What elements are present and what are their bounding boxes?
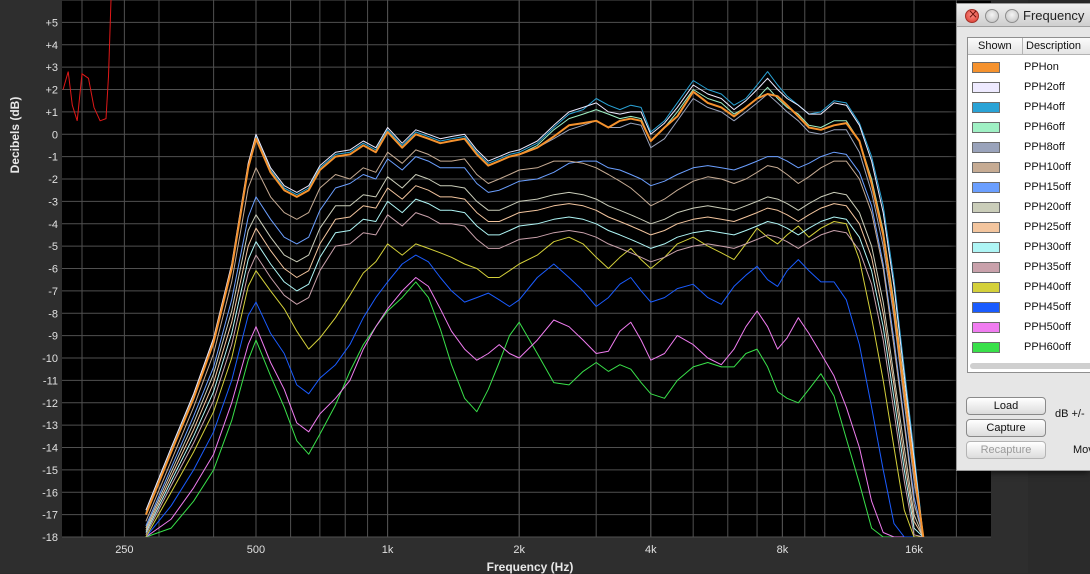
row-description: PPH45off [1024,301,1071,313]
table-row[interactable]: PPH45off [968,298,1090,318]
y-tick-label: -17 [42,510,58,522]
column-divider [1022,38,1023,54]
moving-average-label: Mov [1073,444,1090,456]
table-row[interactable]: PPH4off [968,98,1090,118]
row-description: PPH25off [1024,221,1071,233]
row-description: PPH20off [1024,201,1071,213]
y-tick-label: -16 [42,487,58,499]
row-description: PPH2off [1024,81,1065,93]
color-swatch[interactable] [972,342,1000,353]
y-tick-label: 0 [52,129,58,141]
table-row[interactable]: PPH25off [968,218,1090,238]
load-button[interactable]: Load [966,397,1046,415]
y-tick-label: +3 [45,62,58,74]
y-tick-label: -18 [42,532,58,544]
y-tick-label: -9 [48,331,58,343]
y-tick-label: -4 [48,219,58,231]
row-description: PPH6off [1024,121,1065,133]
y-tick-label: -2 [48,174,58,186]
y-tick-label: -14 [42,443,58,455]
column-header-shown[interactable]: Shown [978,40,1012,52]
y-tick-label: -5 [48,241,58,253]
horizontal-scrollbar[interactable] [970,363,1090,369]
table-row[interactable]: PPH20off [968,198,1090,218]
row-description: PPH35off [1024,261,1071,273]
recapture-button: Recapture [966,441,1046,459]
x-tick-label: 250 [115,544,133,556]
table-row[interactable]: PPH6off [968,118,1090,138]
column-header-description[interactable]: Description [1026,40,1081,52]
row-description: PPH50off [1024,321,1071,333]
table-header: Shown Description [968,38,1090,55]
y-tick-label: +1 [45,107,58,119]
color-swatch[interactable] [972,82,1000,93]
table-row[interactable]: PPH50off [968,318,1090,338]
row-description: PPH8off [1024,141,1065,153]
table-row[interactable]: PPH2off [968,78,1090,98]
row-description: PPH10off [1024,161,1071,173]
measurement-table[interactable]: Shown Description PPHon PPH2off PPH4off PPH… [967,37,1090,373]
window-titlebar[interactable]: Frequency [957,4,1090,27]
y-tick-label: -10 [42,353,58,365]
x-tick-label: 16k [905,544,923,556]
color-swatch[interactable] [972,302,1000,313]
color-swatch[interactable] [972,122,1000,133]
color-swatch[interactable] [972,102,1000,113]
y-tick-label: -12 [42,398,58,410]
x-tick-label: 8k [777,544,789,556]
x-axis-label: Frequency (Hz) [486,560,574,574]
color-swatch[interactable] [972,222,1000,233]
y-tick-label: -13 [42,420,58,432]
y-tick-label: -8 [48,308,58,320]
x-tick-labels: 250 500 1k 2k 4k 8k 16k [115,544,923,556]
x-tick-label: 1k [382,544,394,556]
y-tick-label: +5 [45,17,58,29]
row-description: PPH15off [1024,181,1071,193]
row-description: PPH30off [1024,241,1071,253]
row-description: PPH4off [1024,101,1065,113]
window-title: Frequency [1023,8,1085,23]
color-swatch[interactable] [972,262,1000,273]
x-tick-label: 4k [645,544,657,556]
zoom-icon[interactable] [1005,9,1019,23]
y-tick-labels: +5 +4 +3 +2 +1 0 -1 -2 -3 -4 -5 -6 -7 -8 -9 -10 -11 -12 -1… [42,17,58,544]
frequency-window: Frequency Shown Description PPHon PPH2off… [956,3,1090,471]
row-description: PPH40off [1024,281,1071,293]
color-swatch[interactable] [972,282,1000,293]
y-tick-label: -15 [42,465,58,477]
y-tick-label: -11 [43,375,58,387]
capture-button[interactable]: Capture [966,419,1046,437]
table-row[interactable]: PPH40off [968,278,1090,298]
table-row[interactable]: PPH15off [968,178,1090,198]
close-icon[interactable] [965,7,979,23]
color-swatch[interactable] [972,142,1000,153]
table-row[interactable]: PPHon [968,58,1090,78]
y-axis-label: Decibels (dB) [8,96,22,174]
table-row[interactable]: PPH10off [968,158,1090,178]
y-tick-label: -6 [48,264,58,276]
table-row[interactable]: PPH30off [968,238,1090,258]
x-tick-label: 2k [513,544,525,556]
chart-panel: +5 +4 +3 +2 +1 0 -1 -2 -3 -4 -5 -6 -7 -8 -9 -10 -11 -12 -1… [0,0,1028,574]
table-row[interactable]: PPH8off [968,138,1090,158]
y-tick-label: -7 [48,286,58,298]
minimize-icon[interactable] [985,9,999,23]
color-swatch[interactable] [972,322,1000,333]
y-tick-label: -3 [48,196,58,208]
table-row[interactable]: PPH35off [968,258,1090,278]
row-description: PPHon [1024,61,1059,73]
color-swatch[interactable] [972,62,1000,73]
table-row[interactable]: PPH60off [968,338,1090,358]
x-tick-label: 500 [247,544,265,556]
row-description: PPH60off [1024,341,1071,353]
color-swatch[interactable] [972,182,1000,193]
frequency-response-chart[interactable]: +5 +4 +3 +2 +1 0 -1 -2 -3 -4 -5 -6 -7 -8 -9 -10 -11 -12 -1… [0,0,1028,573]
y-tick-label: +4 [45,40,58,52]
db-range-label: dB +/- [1055,408,1085,420]
color-swatch[interactable] [972,242,1000,253]
y-tick-label: +2 [45,85,58,97]
color-swatch[interactable] [972,202,1000,213]
color-swatch[interactable] [972,162,1000,173]
y-tick-label: -1 [48,152,58,164]
